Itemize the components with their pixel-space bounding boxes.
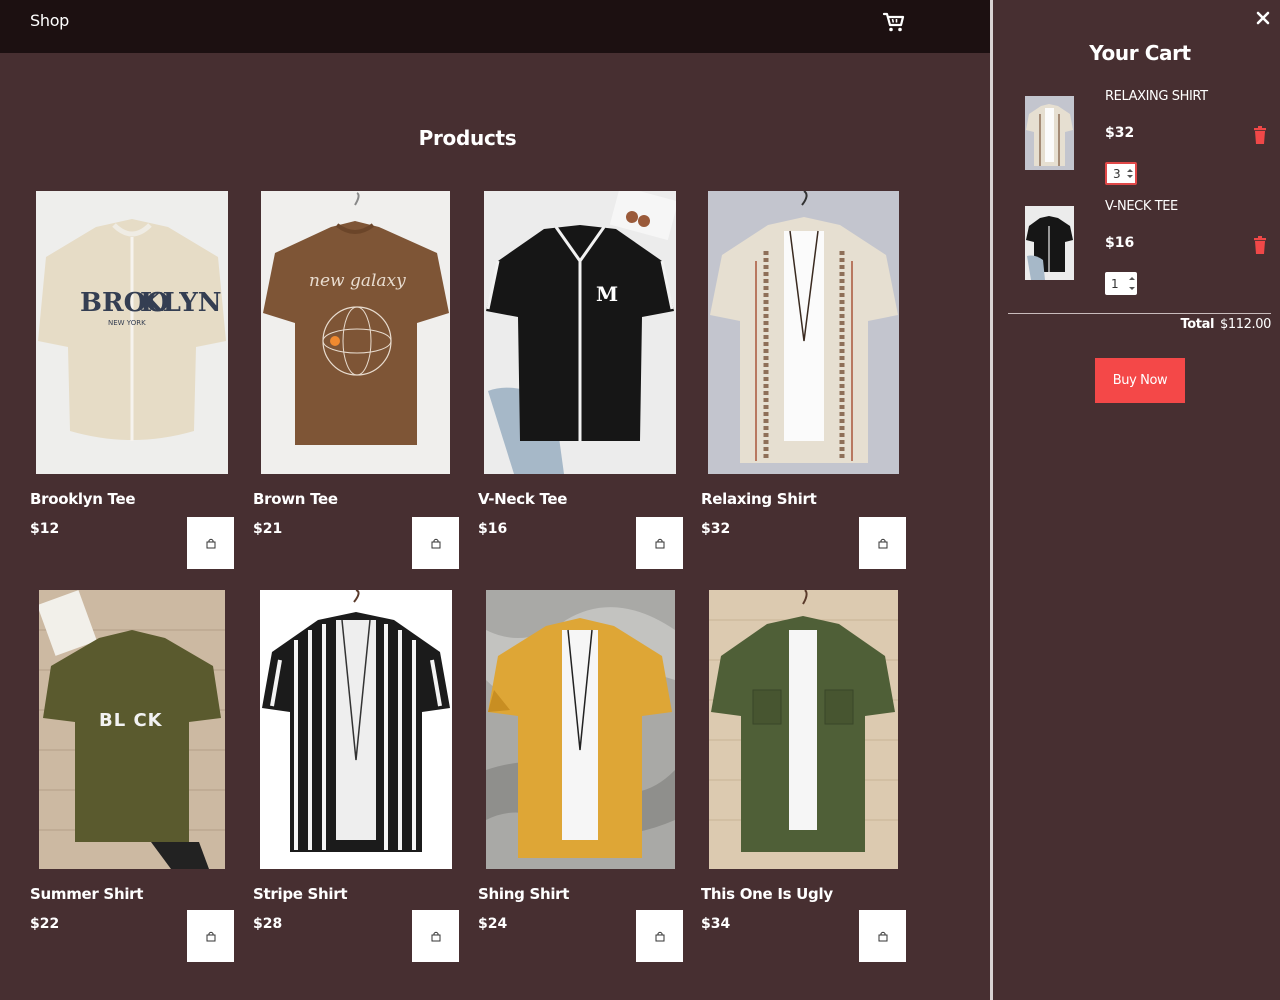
product-price: $16: [478, 521, 508, 537]
quantity-stepper[interactable]: 1: [1105, 272, 1137, 295]
product-price: $12: [30, 521, 60, 537]
quantity-spinner[interactable]: [1125, 164, 1135, 183]
product-image-stripe-shirt[interactable]: [260, 590, 452, 869]
brooklyn-print-small: NEW YORK: [108, 319, 146, 327]
bag-icon: [431, 538, 440, 548]
bag-icon: [655, 538, 664, 548]
product-image-shing-shirt[interactable]: [486, 590, 675, 869]
close-icon[interactable]: [1255, 10, 1271, 26]
add-to-cart-button[interactable]: [412, 910, 459, 962]
bag-icon: [655, 931, 664, 941]
product-card: BL CK Summer Shirt $22: [30, 589, 240, 979]
product-name: Brown Tee: [253, 490, 338, 508]
top-bar: Shop: [0, 0, 990, 53]
cart-item-name: RELAXING SHIRT: [1105, 89, 1208, 104]
brown-tee-print: new galaxy: [309, 271, 406, 291]
quantity-spinner[interactable]: [1127, 272, 1137, 295]
product-price: $32: [701, 521, 731, 537]
product-card: Shing Shirt $24: [478, 589, 688, 979]
summer-shirt-print: BL CK: [99, 710, 163, 731]
bag-icon: [206, 931, 215, 941]
product-price: $21: [253, 521, 283, 537]
add-to-cart-button[interactable]: [859, 517, 906, 569]
product-name: Shing Shirt: [478, 885, 570, 903]
trash-icon[interactable]: [1253, 236, 1267, 254]
product-image-this-one-is-ugly[interactable]: [709, 590, 898, 869]
product-price: $34: [701, 916, 731, 932]
cart-icon[interactable]: [881, 9, 907, 35]
bag-icon: [878, 931, 887, 941]
bag-icon: [878, 538, 887, 548]
product-card: This One Is Ugly $34: [701, 589, 911, 979]
product-card: Stripe Shirt $28: [253, 589, 463, 979]
add-to-cart-button[interactable]: [187, 910, 234, 962]
quantity-stepper[interactable]: 3: [1105, 162, 1137, 185]
product-image-brown-tee[interactable]: new galaxy: [261, 191, 450, 474]
cart-item-price: $32: [1105, 125, 1135, 141]
bag-icon: [206, 538, 215, 548]
shop-title[interactable]: Shop: [30, 11, 69, 30]
product-name: Brooklyn Tee: [30, 490, 136, 508]
product-price: $28: [253, 916, 283, 932]
cart-item-price: $16: [1105, 235, 1135, 251]
product-name: V-Neck Tee: [478, 490, 568, 508]
total-value: $112.00: [1220, 317, 1271, 332]
trash-icon[interactable]: [1253, 126, 1267, 144]
cart-title: Your Cart: [1089, 41, 1191, 65]
product-image-relaxing-shirt[interactable]: [708, 191, 899, 474]
quantity-value: 1: [1111, 276, 1119, 291]
vneck-tee-print: M: [596, 282, 618, 306]
cart-total: Total $112.00: [993, 317, 1272, 332]
cart-item: RELAXING SHIRT $32 3: [993, 89, 1280, 189]
cart-panel: Your Cart RELAXING SHIRT $32 3 V-NECK TE…: [993, 0, 1280, 1000]
buy-now-button[interactable]: Buy Now: [1095, 358, 1185, 403]
product-card: Relaxing Shirt $32: [701, 190, 911, 580]
quantity-value: 3: [1113, 166, 1121, 181]
products-heading: Products: [418, 126, 517, 150]
shop-main: Shop Products BROO KLYN NEW YORK Brookly…: [0, 0, 990, 1000]
brooklyn-print-right: KLYN: [140, 288, 222, 318]
product-image-brooklyn-tee[interactable]: BROO KLYN NEW YORK: [36, 191, 228, 474]
product-price: $22: [30, 916, 60, 932]
product-price: $24: [478, 916, 508, 932]
add-to-cart-button[interactable]: [636, 910, 683, 962]
product-image-summer-shirt[interactable]: BL CK: [39, 590, 225, 869]
product-name: Summer Shirt: [30, 885, 144, 903]
product-card: new galaxy Brown Tee $21: [253, 190, 463, 580]
add-to-cart-button[interactable]: [859, 910, 906, 962]
cart-item-name: V-NECK TEE: [1105, 199, 1178, 214]
product-name: Stripe Shirt: [253, 885, 348, 903]
product-image-v-neck-tee[interactable]: M: [484, 191, 676, 474]
add-to-cart-button[interactable]: [412, 517, 459, 569]
cart-item: V-NECK TEE $16 1: [993, 199, 1280, 299]
total-label: Total: [1180, 317, 1215, 332]
product-card: M V-Neck Tee $16: [478, 190, 688, 580]
cart-separator: [1008, 313, 1271, 314]
add-to-cart-button[interactable]: [187, 517, 234, 569]
product-name: This One Is Ugly: [701, 885, 833, 903]
bag-icon: [431, 931, 440, 941]
cart-item-thumbnail: [1025, 96, 1074, 170]
cart-item-thumbnail: [1025, 206, 1074, 280]
product-name: Relaxing Shirt: [701, 490, 817, 508]
product-card: BROO KLYN NEW YORK Brooklyn Tee $12: [30, 190, 240, 580]
add-to-cart-button[interactable]: [636, 517, 683, 569]
